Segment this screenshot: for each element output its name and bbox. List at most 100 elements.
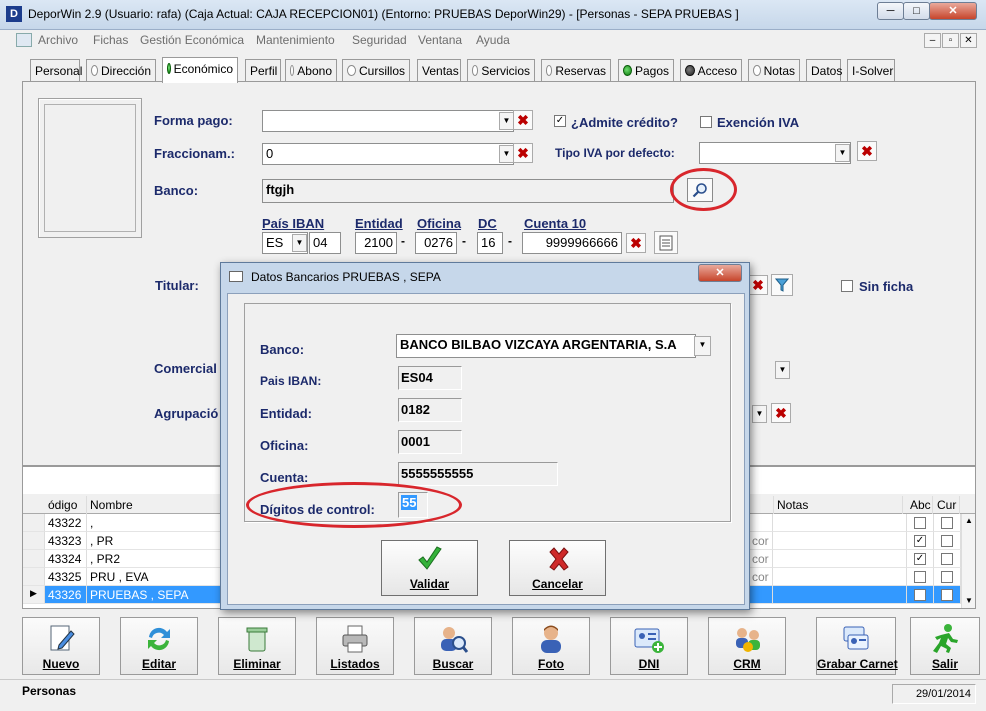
tab-acceso[interactable]: Acceso [680, 59, 742, 81]
tab-reservas[interactable]: Reservas [541, 59, 611, 81]
filter-button[interactable] [771, 274, 793, 296]
comercial-dropdown[interactable]: ▼ [775, 361, 790, 379]
validar-button[interactable]: Validar [381, 540, 478, 596]
pais-iban-dropdown[interactable]: ▼ [292, 234, 307, 252]
dc-field[interactable]: 16 [477, 232, 503, 254]
menu-ayuda[interactable]: Ayuda [476, 33, 510, 47]
abc-checkbox[interactable]: ✓ [914, 553, 926, 565]
foto-button[interactable]: Foto [512, 617, 590, 675]
forma-pago-select[interactable] [262, 110, 514, 132]
exencion-iva-checkbox[interactable] [700, 116, 712, 128]
col-header-abc[interactable]: Abc [907, 496, 933, 514]
abc-checkbox[interactable] [914, 589, 926, 601]
oficina-field[interactable]: 0276 [415, 232, 457, 254]
titular-clear-button[interactable]: ✖ [748, 275, 768, 295]
fraccionam-dropdown[interactable]: ▼ [499, 145, 514, 163]
cuenta-clear-button[interactable]: ✖ [626, 233, 646, 253]
tipo-iva-clear-button[interactable]: ✖ [857, 141, 877, 161]
dni-button[interactable]: DNI [610, 617, 688, 675]
fraccionam-clear-button[interactable]: ✖ [513, 143, 533, 163]
iban-dc-field[interactable]: 04 [309, 232, 341, 254]
grabar-carnet-button[interactable]: Grabar Carnet [816, 617, 898, 675]
col-header-notas[interactable]: Notas [773, 496, 903, 514]
cur-checkbox[interactable] [941, 517, 953, 529]
abc-checkbox[interactable]: ✓ [914, 535, 926, 547]
salir-button[interactable]: Salir [910, 617, 980, 675]
forma-pago-clear-button[interactable]: ✖ [513, 110, 533, 130]
eliminar-button[interactable]: Eliminar [218, 617, 296, 675]
dlg-pais-iban-field[interactable]: ES04 [398, 366, 462, 390]
fraccionam-select[interactable]: 0 [262, 143, 514, 165]
dlg-entidad-field[interactable]: 0182 [398, 398, 462, 422]
col-header-cur[interactable]: Cur [934, 496, 960, 514]
separator: - [508, 234, 512, 248]
menu-seguridad[interactable]: Seguridad [352, 33, 407, 47]
tab-notas[interactable]: Notas [748, 59, 800, 81]
admite-credito-checkbox[interactable]: ✓ [554, 115, 566, 127]
mdi-minimize-button[interactable]: – [924, 33, 941, 48]
cancelar-button[interactable]: Cancelar [509, 540, 606, 596]
cell-notas [773, 532, 907, 550]
close-button[interactable]: ✕ [929, 2, 977, 20]
tab-datos[interactable]: Datos [806, 59, 842, 81]
grid-scrollbar[interactable]: ▲ ▼ [961, 514, 975, 608]
cuenta-field[interactable]: 9999966666 [522, 232, 622, 254]
tab-perfil[interactable]: Perfil [245, 59, 281, 81]
agrupacion-clear-button[interactable]: ✖ [771, 403, 791, 423]
editar-button[interactable]: Editar [120, 617, 198, 675]
agrupacion-dropdown[interactable]: ▼ [752, 405, 767, 423]
cell-notas [773, 550, 907, 568]
cur-checkbox[interactable] [941, 553, 953, 565]
abc-checkbox[interactable] [914, 571, 926, 583]
abc-checkbox[interactable] [914, 517, 926, 529]
tipo-iva-dropdown[interactable]: ▼ [835, 144, 850, 162]
tab-abono[interactable]: Abono [285, 59, 337, 81]
scroll-down-arrow[interactable]: ▼ [962, 594, 976, 608]
cur-checkbox[interactable] [941, 571, 953, 583]
mdi-close-button[interactable]: ✕ [960, 33, 977, 48]
menu-fichas[interactable]: Fichas [93, 33, 128, 47]
agrupacion-label: Agrupació [154, 406, 219, 421]
scroll-up-arrow[interactable]: ▲ [962, 514, 976, 528]
nuevo-button[interactable]: Nuevo [22, 617, 100, 675]
dlg-cuenta-field[interactable]: 5555555555 [398, 462, 558, 486]
mdi-restore-button[interactable]: ▫ [942, 33, 959, 48]
listados-button[interactable]: Listados [316, 617, 394, 675]
menu-mantenimiento[interactable]: Mantenimiento [256, 33, 335, 47]
buscar-button[interactable]: Buscar [414, 617, 492, 675]
tab-cursillos[interactable]: Cursillos [342, 59, 410, 81]
menu-gesti-n-econ-mica[interactable]: Gestión Económica [140, 33, 244, 47]
tipo-iva-select[interactable] [699, 142, 851, 164]
printer-icon [339, 623, 371, 655]
tab-ventas[interactable]: Ventas [417, 59, 461, 81]
forma-pago-dropdown[interactable]: ▼ [499, 112, 514, 130]
dlg-banco-select[interactable]: BANCO BILBAO VIZCAYA ARGENTARIA, S.A [396, 334, 696, 358]
row-indicator [23, 568, 45, 586]
status-date: 29/01/2014 [892, 684, 976, 704]
tab-personal[interactable]: Personal [30, 59, 82, 81]
tab-servicios[interactable]: Servicios [467, 59, 535, 81]
col-header-nombre[interactable]: Nombre [87, 496, 227, 514]
cur-checkbox[interactable] [941, 589, 953, 601]
tab-i-solver[interactable]: I-Solver [847, 59, 895, 81]
cur-checkbox[interactable] [941, 535, 953, 547]
menu-archivo[interactable]: Archivo [38, 33, 78, 47]
menu-ventana[interactable]: Ventana [418, 33, 462, 47]
entidad-field[interactable]: 2100 [355, 232, 397, 254]
tab-direcci-n[interactable]: Dirección [86, 59, 156, 81]
cell-notas [773, 568, 907, 586]
pais-iban-header: País IBAN [262, 216, 325, 231]
banco-field[interactable]: ftgjh [262, 179, 674, 203]
minimize-button[interactable]: ─ [877, 2, 904, 20]
tab-econ-mico[interactable]: Económico [162, 57, 238, 83]
sin-ficha-checkbox[interactable] [841, 280, 853, 292]
dialog-close-button[interactable]: ✕ [698, 264, 742, 282]
tab-pagos[interactable]: Pagos [618, 59, 674, 81]
cell-codigo: 43323 [45, 532, 87, 550]
document-button[interactable] [654, 231, 678, 254]
dlg-oficina-field[interactable]: 0001 [398, 430, 462, 454]
col-header-codigo[interactable]: ódigo [45, 496, 87, 514]
maximize-button[interactable]: □ [903, 2, 930, 20]
crm-button[interactable]: CRM [708, 617, 786, 675]
dlg-banco-dropdown[interactable]: ▼ [694, 336, 711, 356]
